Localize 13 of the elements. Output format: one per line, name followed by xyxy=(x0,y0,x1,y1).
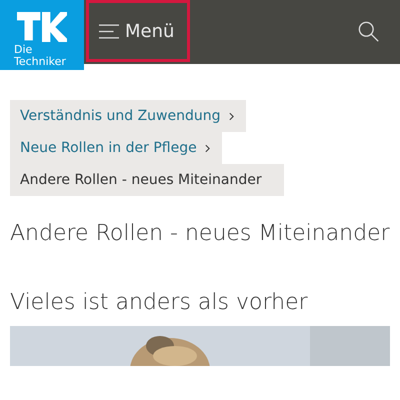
logo-text: Die Techniker xyxy=(14,44,67,68)
menu-icon xyxy=(99,24,119,38)
search-icon[interactable] xyxy=(358,21,380,43)
logo[interactable]: Die Techniker xyxy=(0,0,84,70)
logo-icon xyxy=(14,12,70,42)
chevron-icon xyxy=(228,112,234,120)
breadcrumb-link[interactable]: Neue Rollen in der Pflege xyxy=(10,132,222,164)
chevron-icon xyxy=(204,144,210,152)
menu-button[interactable]: Menü xyxy=(86,0,190,62)
page-title: Andere Rollen - neues Miteinander xyxy=(10,220,390,248)
section-heading: Vieles ist anders als vorher xyxy=(10,289,309,317)
breadcrumb-link[interactable]: Verständnis und Zuwendung xyxy=(10,100,246,132)
breadcrumb-link[interactable]: Andere Rollen - neues Miteinander xyxy=(10,164,284,196)
